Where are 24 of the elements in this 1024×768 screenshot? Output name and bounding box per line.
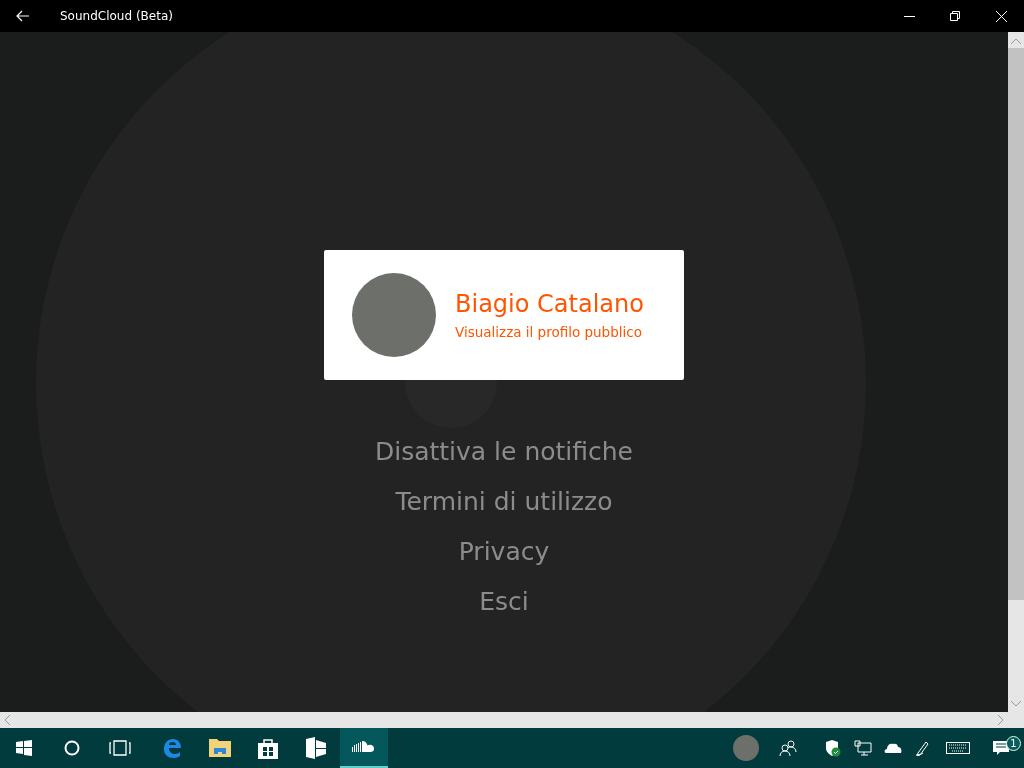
window-title: SoundCloud (Beta) [60,9,174,23]
profile-name[interactable]: Biagio Catalano [455,290,644,318]
edge-browser-icon [161,737,183,759]
circle-icon [64,740,80,756]
restore-icon [950,11,960,21]
windows-logo-icon [16,740,32,756]
scrollbar-thumb[interactable] [1008,48,1024,600]
public-profile-link[interactable]: Visualizza il profilo pubblico [455,324,644,340]
vertical-scrollbar[interactable] [1008,32,1024,712]
back-arrow-icon [16,10,30,22]
message-icon [992,740,1010,756]
close-icon [995,10,1007,22]
task-view-icon [109,740,131,756]
taskbar-app[interactable] [340,728,388,768]
folder-icon [209,738,231,758]
menu-item[interactable]: Termini di utilizzo [395,484,613,520]
shopping-bag-icon [258,737,278,759]
menu-item[interactable]: Privacy [458,534,550,570]
menu-item[interactable]: Esci [479,584,529,620]
flipboard-icon [306,737,326,759]
minimize-icon [903,15,915,17]
soundcloud-icon [352,741,376,753]
notification-count: 1 [1006,736,1021,751]
menu-item[interactable]: Disattiva le notifiche [374,434,633,470]
